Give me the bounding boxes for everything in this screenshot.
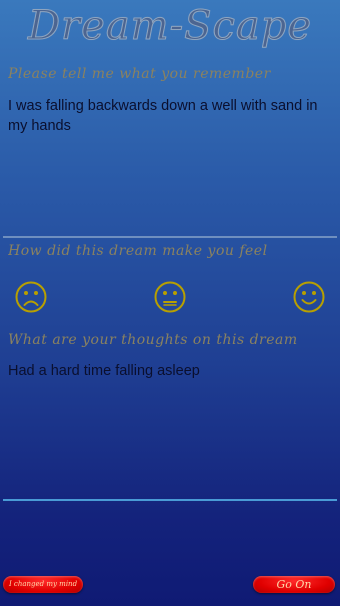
changed-mind-button[interactable]: I changed my mind <box>3 576 83 593</box>
memory-heading: Please tell me what you remember <box>8 66 271 82</box>
memory-input[interactable]: I was falling backwards down a well with… <box>8 96 334 234</box>
feeling-heading: How did this dream make you feel <box>8 243 268 259</box>
thoughts-input-underline <box>3 499 337 501</box>
sad-face-icon[interactable] <box>14 280 48 314</box>
thoughts-input[interactable]: Had a hard time falling asleep <box>8 361 334 497</box>
happy-face-icon[interactable] <box>292 280 326 314</box>
memory-input-underline <box>3 236 337 238</box>
thoughts-heading: What are your thoughts on this dream <box>8 332 298 348</box>
go-on-button[interactable]: Go On <box>253 576 335 593</box>
app-title: Dream-Scape <box>27 3 313 50</box>
neutral-face-icon[interactable] <box>153 280 187 314</box>
